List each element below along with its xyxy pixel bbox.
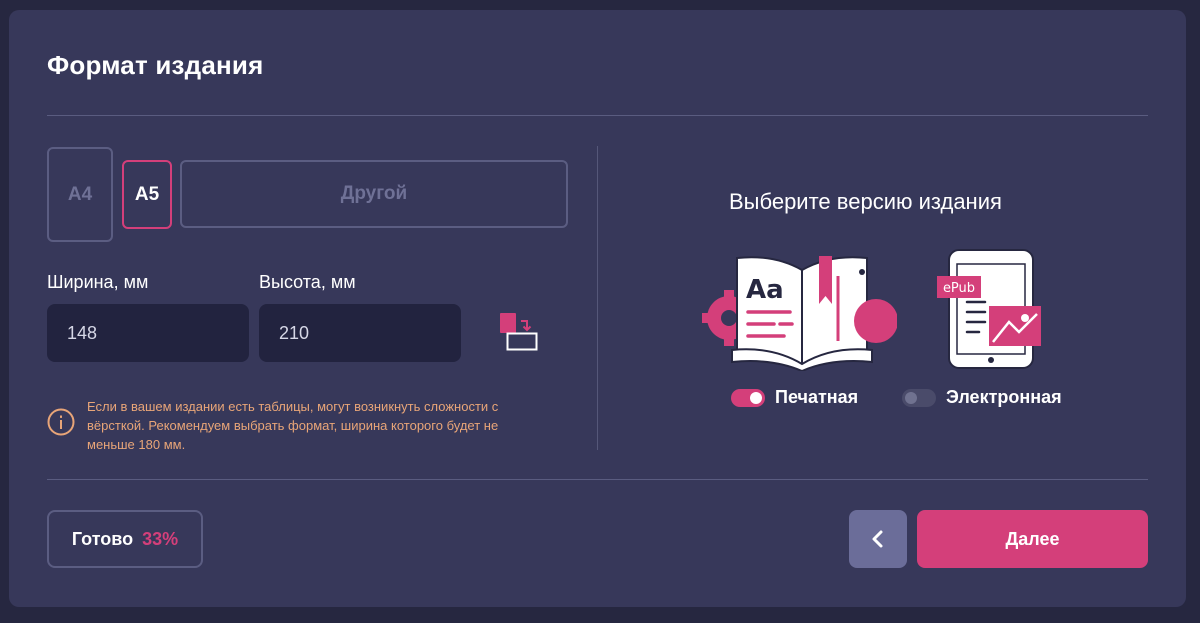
progress-badge: Готово 33%: [47, 510, 203, 568]
version-title: Выберите версию издания: [729, 189, 1002, 214]
table-width-notice: Если в вашем издании есть таблицы, могут…: [87, 399, 499, 452]
ebook-switch[interactable]: [902, 388, 936, 407]
format-dialog: Формат издания A4 A5 Другой Ширина, мм В…: [9, 10, 1186, 607]
format-option-a5[interactable]: A5: [122, 160, 172, 229]
page-title: Формат издания: [47, 50, 264, 80]
height-label: Высота, мм: [259, 272, 356, 292]
width-input[interactable]: [47, 304, 249, 362]
chevron-left-icon: [872, 530, 883, 548]
print-label: Печатная: [775, 387, 859, 407]
footer-divider: [47, 479, 1148, 480]
progress-label: Готово: [71, 528, 134, 549]
svg-text:ePub: ePub: [943, 281, 975, 296]
back-button[interactable]: [849, 510, 907, 568]
header-divider: [47, 115, 1148, 116]
height-input[interactable]: [259, 304, 461, 362]
ebook-label: Электронная: [946, 387, 1062, 407]
print-book-illustration: Aa: [702, 256, 897, 371]
ebook-version-toggle[interactable]: Электронная: [902, 387, 1062, 408]
section-divider: [597, 146, 598, 450]
ebook-illustration: ePub: [937, 249, 1041, 369]
progress-value: 33%: [142, 528, 179, 549]
svg-text:Aa: Aa: [746, 275, 784, 305]
next-button[interactable]: Далее: [917, 510, 1148, 568]
print-version-toggle[interactable]: Печатная: [731, 387, 858, 408]
width-label: Ширина, мм: [47, 272, 149, 292]
format-option-a4[interactable]: A4: [47, 147, 113, 242]
info-icon: [47, 408, 75, 436]
print-switch[interactable]: [731, 388, 765, 407]
rotate-orientation-icon[interactable]: [499, 312, 539, 352]
format-option-custom[interactable]: Другой: [180, 160, 568, 228]
